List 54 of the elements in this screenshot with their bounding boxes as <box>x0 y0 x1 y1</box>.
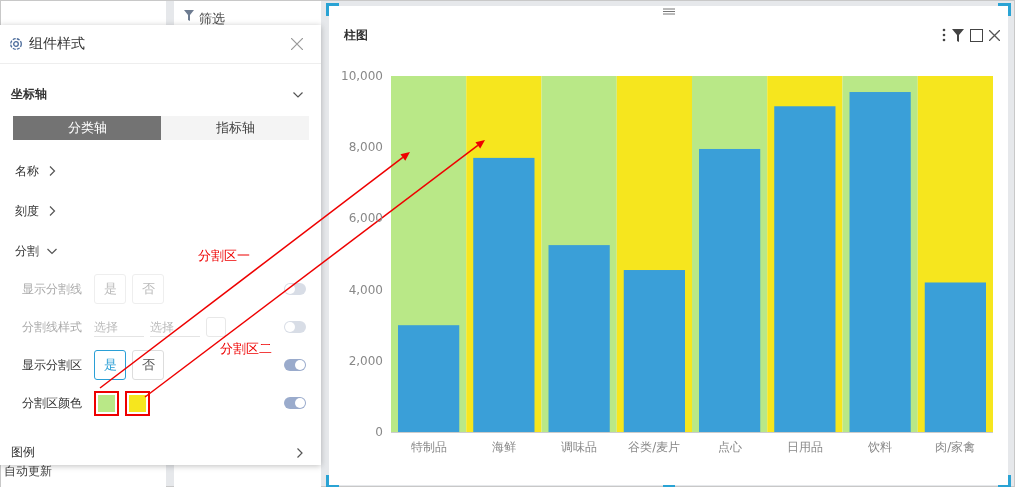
toggle-switch[interactable] <box>284 397 306 409</box>
axis-tick-label: 6,000 <box>348 211 383 226</box>
chevron-right-icon[interactable] <box>297 447 303 458</box>
option-button[interactable]: 否 <box>132 350 164 380</box>
color-swatch[interactable] <box>94 390 119 416</box>
group-toggle[interactable]: 刻度 <box>0 192 72 230</box>
toggle-switch[interactable] <box>284 359 306 371</box>
category-label: 日用品 <box>786 440 823 454</box>
panel-title: 组件样式 <box>29 35 85 53</box>
setting-label: 显示分割区 <box>22 356 83 374</box>
chevron-down-icon <box>47 246 57 256</box>
axis-tick-label: 2,000 <box>348 353 383 368</box>
axis-tick-label: 4,000 <box>348 282 383 297</box>
setting-label: 显示分割线 <box>22 280 83 298</box>
category-label: 肉/家禽 <box>935 440 976 454</box>
chevron-down-icon[interactable] <box>293 91 303 98</box>
resize-handle[interactable] <box>662 485 675 487</box>
axis-tick-label: 8,000 <box>348 140 383 155</box>
category-label: 点心 <box>717 440 742 454</box>
category-label: 饮料 <box>868 440 893 454</box>
filter-icon[interactable] <box>952 28 964 42</box>
filter-title: 筛选 <box>199 10 225 28</box>
chart-title: 柱图 <box>344 26 368 44</box>
axis-tick-label: 0 <box>375 425 383 439</box>
annotation-label: 分割区二 <box>220 340 272 358</box>
auto-update-label: 自动更新 <box>4 463 53 480</box>
bar[interactable] <box>924 282 986 432</box>
category-label: 谷类/麦片 <box>628 440 681 454</box>
annotation-label: 分割区一 <box>198 247 250 265</box>
chevron-right-icon <box>47 166 57 176</box>
category-label: 调味品 <box>561 440 598 454</box>
category-label: 特制品 <box>410 440 447 454</box>
gear-icon <box>9 37 23 51</box>
corner-handle[interactable] <box>998 3 1011 16</box>
chevron-right-icon <box>47 206 57 216</box>
axis-tab[interactable]: 指标轴 <box>161 116 309 140</box>
section-title: 图例 <box>11 444 35 461</box>
more-icon[interactable] <box>942 28 946 42</box>
setting-label: 分割区颜色 <box>22 394 83 412</box>
close-icon[interactable] <box>989 29 1000 41</box>
setting-label: 分割线样式 <box>22 318 83 336</box>
drag-handle-icon[interactable] <box>662 8 675 15</box>
filter-icon <box>184 10 194 21</box>
maximize-icon[interactable] <box>970 28 983 42</box>
corner-handle[interactable] <box>326 475 339 487</box>
group-toggle[interactable]: 名称 <box>0 152 72 190</box>
color-swatch[interactable] <box>125 390 150 416</box>
corner-handle[interactable] <box>998 475 1011 487</box>
axis-tick-label: 10,000 <box>341 69 383 83</box>
axis-tab[interactable]: 分类轴 <box>13 116 161 140</box>
corner-handle[interactable] <box>326 3 339 16</box>
section-title: 坐标轴 <box>11 86 47 103</box>
group-toggle[interactable]: 分割 <box>0 232 72 270</box>
category-label: 海鲜 <box>491 440 516 454</box>
